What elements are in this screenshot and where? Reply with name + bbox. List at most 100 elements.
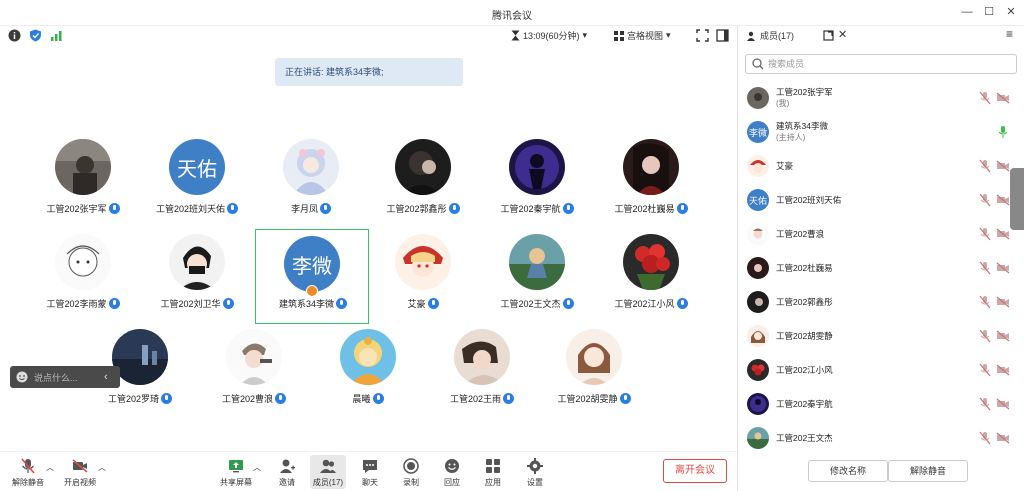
mic-muted-icon[interactable] [979, 261, 991, 275]
mic-active-icon[interactable] [997, 125, 1009, 139]
participant-tile[interactable]: 艾豪 [366, 222, 480, 316]
members-button[interactable]: 成员(17) [310, 455, 346, 489]
collapse-icon[interactable]: ‹ [104, 371, 108, 383]
chevron-up-icon[interactable]: ︿ [98, 462, 106, 473]
shield-icon[interactable] [29, 29, 42, 42]
member-row[interactable]: 工管202杜巍易 [738, 251, 1024, 285]
camera-off-icon[interactable] [996, 296, 1010, 308]
settings-label: 设置 [527, 478, 543, 487]
participant-tile[interactable]: 天佑 工管202班刘天佑 [140, 127, 254, 221]
avatar [747, 427, 769, 449]
close-icon[interactable]: ✕ [1002, 4, 1020, 20]
participant-tile[interactable]: 工管202李雨蒙 [26, 222, 140, 316]
participant-name: 工管202郭鑫彤 [386, 204, 447, 214]
avatar [226, 329, 282, 385]
camera-off-icon[interactable] [996, 92, 1010, 104]
apps-button[interactable]: 应用 [476, 455, 510, 489]
avatar [747, 325, 769, 347]
camera-off-icon[interactable] [996, 364, 1010, 376]
record-button[interactable]: 录制 [394, 455, 428, 489]
tab-members[interactable]: 成员(17) [746, 29, 794, 42]
camera-off-icon[interactable] [996, 160, 1010, 172]
menu-icon[interactable]: ≡ [1006, 27, 1013, 41]
rename-button[interactable]: 修改名称 [808, 460, 888, 482]
chevron-up-icon[interactable]: ︿ [46, 462, 54, 473]
fullscreen-icon[interactable] [696, 29, 709, 42]
avatar [112, 329, 168, 385]
participant-tile[interactable]: 工管202郭鑫彤 [366, 127, 480, 221]
member-row[interactable]: 工管202王文杰 [738, 421, 1024, 455]
member-row[interactable]: 工管202秦宇航 [738, 387, 1024, 421]
invite-button[interactable]: 邀请 [270, 455, 304, 489]
unmute-member-button[interactable]: 解除静音 [888, 460, 968, 482]
camera-off-icon[interactable] [996, 262, 1010, 274]
mic-muted-icon[interactable] [979, 91, 991, 105]
avatar [395, 139, 451, 195]
mic-muted-icon[interactable] [979, 159, 991, 173]
participant-tile[interactable]: 工管202罗琦 [83, 317, 197, 411]
camera-off-icon[interactable] [996, 432, 1010, 444]
participant-tile[interactable]: 李月凤 [254, 127, 368, 221]
chevron-up-icon[interactable]: ︿ [253, 462, 261, 473]
member-row[interactable]: 工管202郭鑫彤 [738, 285, 1024, 319]
reaction-icon [445, 459, 459, 473]
leave-meeting-button[interactable]: 离开会议 [663, 459, 727, 483]
avatar: 李微 [747, 121, 769, 143]
participant-name: 工管202班刘天佑 [155, 204, 226, 214]
minimize-icon[interactable]: — [958, 4, 976, 20]
mic-muted-icon[interactable] [979, 397, 991, 411]
start-video-button[interactable]: 开启视频 [60, 455, 100, 489]
participant-tile[interactable]: 工管202秦宇航 [480, 127, 594, 221]
member-row[interactable]: 李微 建筑系34李微 (主持人) [738, 115, 1024, 149]
info-icon[interactable] [8, 29, 21, 42]
member-row[interactable]: 艾豪 [738, 149, 1024, 183]
avatar [283, 139, 339, 195]
member-row[interactable]: 工管202胡雯静 [738, 319, 1024, 353]
participant-tile[interactable]: 工管202王雨 [425, 317, 539, 411]
emoji-icon[interactable] [16, 371, 28, 383]
chat-input[interactable]: 说点什么... [34, 371, 94, 384]
chat-button[interactable]: 聊天 [353, 455, 387, 489]
participant-tile[interactable]: 工管202曹浪 [197, 317, 311, 411]
camera-off-icon[interactable] [996, 398, 1010, 410]
meeting-timer[interactable]: 13:09(60分钟) ▾ [511, 29, 587, 42]
participant-tile-active[interactable]: 李微 建筑系34李微 [255, 229, 369, 324]
reaction-button[interactable]: 回应 [435, 455, 469, 489]
unmute-button[interactable]: 解除静音 [8, 455, 48, 489]
participant-tile[interactable]: 工管202王文杰 [480, 222, 594, 316]
participant-tile[interactable]: 工管202江小风 [594, 222, 708, 316]
popout-icon[interactable] [823, 30, 834, 41]
member-row[interactable]: 工管202曹浪 [738, 217, 1024, 251]
camera-off-icon[interactable] [996, 228, 1010, 240]
mic-muted-icon[interactable] [979, 193, 991, 207]
mic-icon [275, 393, 287, 404]
chat-input-bar[interactable]: 说点什么... ‹ [10, 366, 120, 388]
view-switcher[interactable]: 宫格视图 ▾ [614, 29, 671, 42]
sidebar-toggle-icon[interactable] [716, 29, 729, 42]
search-members-input[interactable]: 搜索成员 [745, 54, 1017, 74]
mic-muted-icon[interactable] [979, 227, 991, 241]
maximize-icon[interactable]: ☐ [980, 4, 998, 20]
camera-off-icon[interactable] [996, 330, 1010, 342]
member-row[interactable]: 工管202江小风 [738, 353, 1024, 387]
mic-muted-icon[interactable] [979, 431, 991, 445]
close-panel-icon[interactable]: ✕ [838, 28, 847, 41]
avatar [747, 291, 769, 313]
participant-tile[interactable]: 工管202胡雯静 [537, 317, 651, 411]
camera-off-icon[interactable] [996, 194, 1010, 206]
settings-button[interactable]: 设置 [518, 455, 552, 489]
mic-muted-icon[interactable] [979, 329, 991, 343]
chat-icon [363, 460, 377, 473]
mic-muted-icon[interactable] [979, 363, 991, 377]
mic-muted-icon[interactable] [979, 295, 991, 309]
participant-tile[interactable]: 工管202刘卫华 [140, 222, 254, 316]
participant-tile[interactable]: 工管202杜巍易 [594, 127, 708, 221]
mic-icon [227, 203, 239, 214]
member-row[interactable]: 工管202张宇军 (我) [738, 81, 1024, 115]
share-screen-button[interactable]: 共享屏幕 [218, 455, 254, 489]
panel-resize-handle[interactable] [1010, 168, 1024, 230]
member-row[interactable]: 天佑 工管202班刘天佑 [738, 183, 1024, 217]
signal-icon[interactable] [50, 29, 63, 42]
participant-tile[interactable]: 晨曦 [311, 317, 425, 411]
participant-tile[interactable]: 工管202张宇军 [26, 127, 140, 221]
